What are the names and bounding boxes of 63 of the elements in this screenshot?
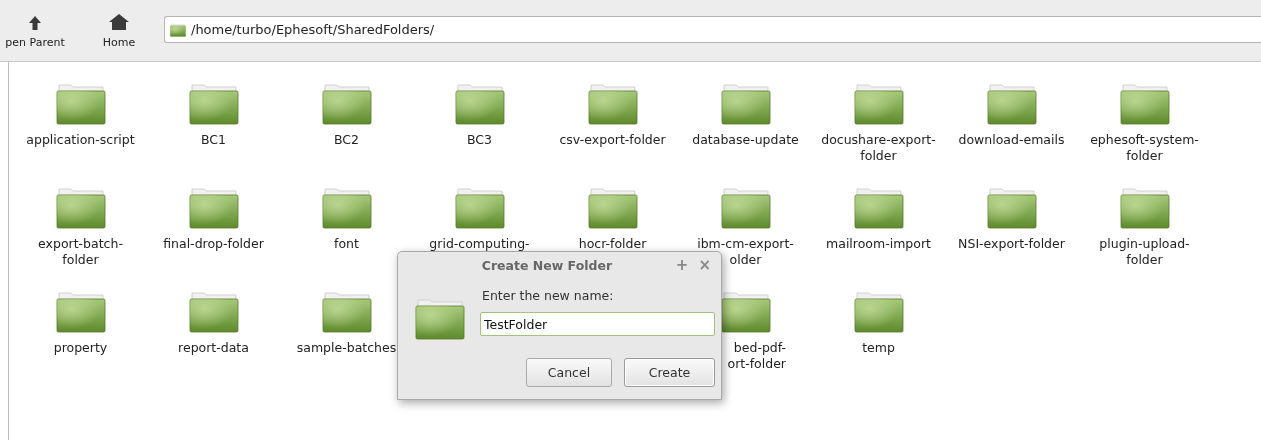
folder-icon — [1119, 83, 1170, 125]
folder-name: database-update — [692, 132, 799, 148]
folder-icon — [853, 83, 904, 125]
folder-icon — [587, 187, 638, 229]
folder-icon — [1119, 187, 1170, 229]
cancel-button[interactable]: Cancel — [526, 358, 612, 387]
folder-icon — [415, 298, 465, 340]
folder-name: BC2 — [333, 132, 359, 148]
folder-icon — [853, 187, 904, 229]
folder-icon — [720, 187, 771, 229]
folder-name: font — [334, 236, 359, 252]
folder-icon — [170, 22, 186, 37]
location-bar[interactable]: /home/turbo/Ephesoft/SharedFolders/ — [164, 16, 1261, 43]
folder-name: NSI-export-folder — [958, 236, 1065, 252]
folder-name: grid-computing- — [429, 236, 530, 252]
folder-name: hocr-folder — [578, 236, 647, 252]
folder-name: docushare-export- — [821, 132, 936, 148]
home-button[interactable]: Home — [84, 0, 154, 50]
folder-name: property — [53, 340, 108, 356]
folder-name: folder — [1126, 148, 1163, 164]
folder-name: older — [729, 252, 762, 268]
folder-name: bed-pdf- — [733, 340, 786, 356]
dialog-title: Create New Folder — [480, 257, 614, 273]
folder-name: folder — [1126, 252, 1163, 268]
folder-icon — [853, 291, 904, 333]
up-arrow-icon — [29, 16, 41, 30]
folder-name: ephesoft-system- — [1090, 132, 1199, 148]
folder-icon — [321, 187, 372, 229]
folder-name: folder — [860, 148, 897, 164]
folder-name: csv-export-folder — [559, 132, 666, 148]
folder-icon — [55, 291, 106, 333]
folder-icon — [986, 83, 1037, 125]
folder-icon — [454, 83, 505, 125]
create-button[interactable]: Create — [624, 358, 715, 387]
folder-icon — [321, 83, 372, 125]
folder-name: mailroom-import — [826, 236, 931, 252]
name-field[interactable]: TestFolder — [480, 312, 715, 336]
folder-icon — [587, 83, 638, 125]
folder-icon — [321, 291, 372, 333]
prompt-label: Enter the new name: — [481, 288, 615, 303]
folder-name: ort-folder — [727, 356, 786, 372]
folder-name: report-data — [178, 340, 249, 356]
folder-name: final-drop-folder — [163, 236, 264, 252]
open-parent-button[interactable]: pen Parent — [0, 0, 70, 50]
folder-icon — [986, 187, 1037, 229]
folder-name: sample-batches — [296, 340, 397, 356]
folder-name: application-script — [26, 132, 135, 148]
folder-icon — [454, 187, 505, 229]
folder-name: plugin-upload- — [1099, 236, 1190, 252]
folder-icon — [188, 83, 239, 125]
folder-name: BC1 — [200, 132, 226, 148]
folder-name: BC3 — [466, 132, 492, 148]
folder-icon — [188, 291, 239, 333]
home-icon — [109, 14, 129, 30]
folder-name: folder — [62, 252, 99, 268]
folder-name: download-emails — [958, 132, 1065, 148]
folder-name: temp — [862, 340, 895, 356]
folder-icon — [720, 83, 771, 125]
folder-icon — [55, 187, 106, 229]
folder-name: ibm-cm-export- — [697, 236, 794, 252]
folder-icon — [188, 187, 239, 229]
folder-name: export-batch- — [38, 236, 123, 252]
folder-icon — [55, 83, 106, 125]
